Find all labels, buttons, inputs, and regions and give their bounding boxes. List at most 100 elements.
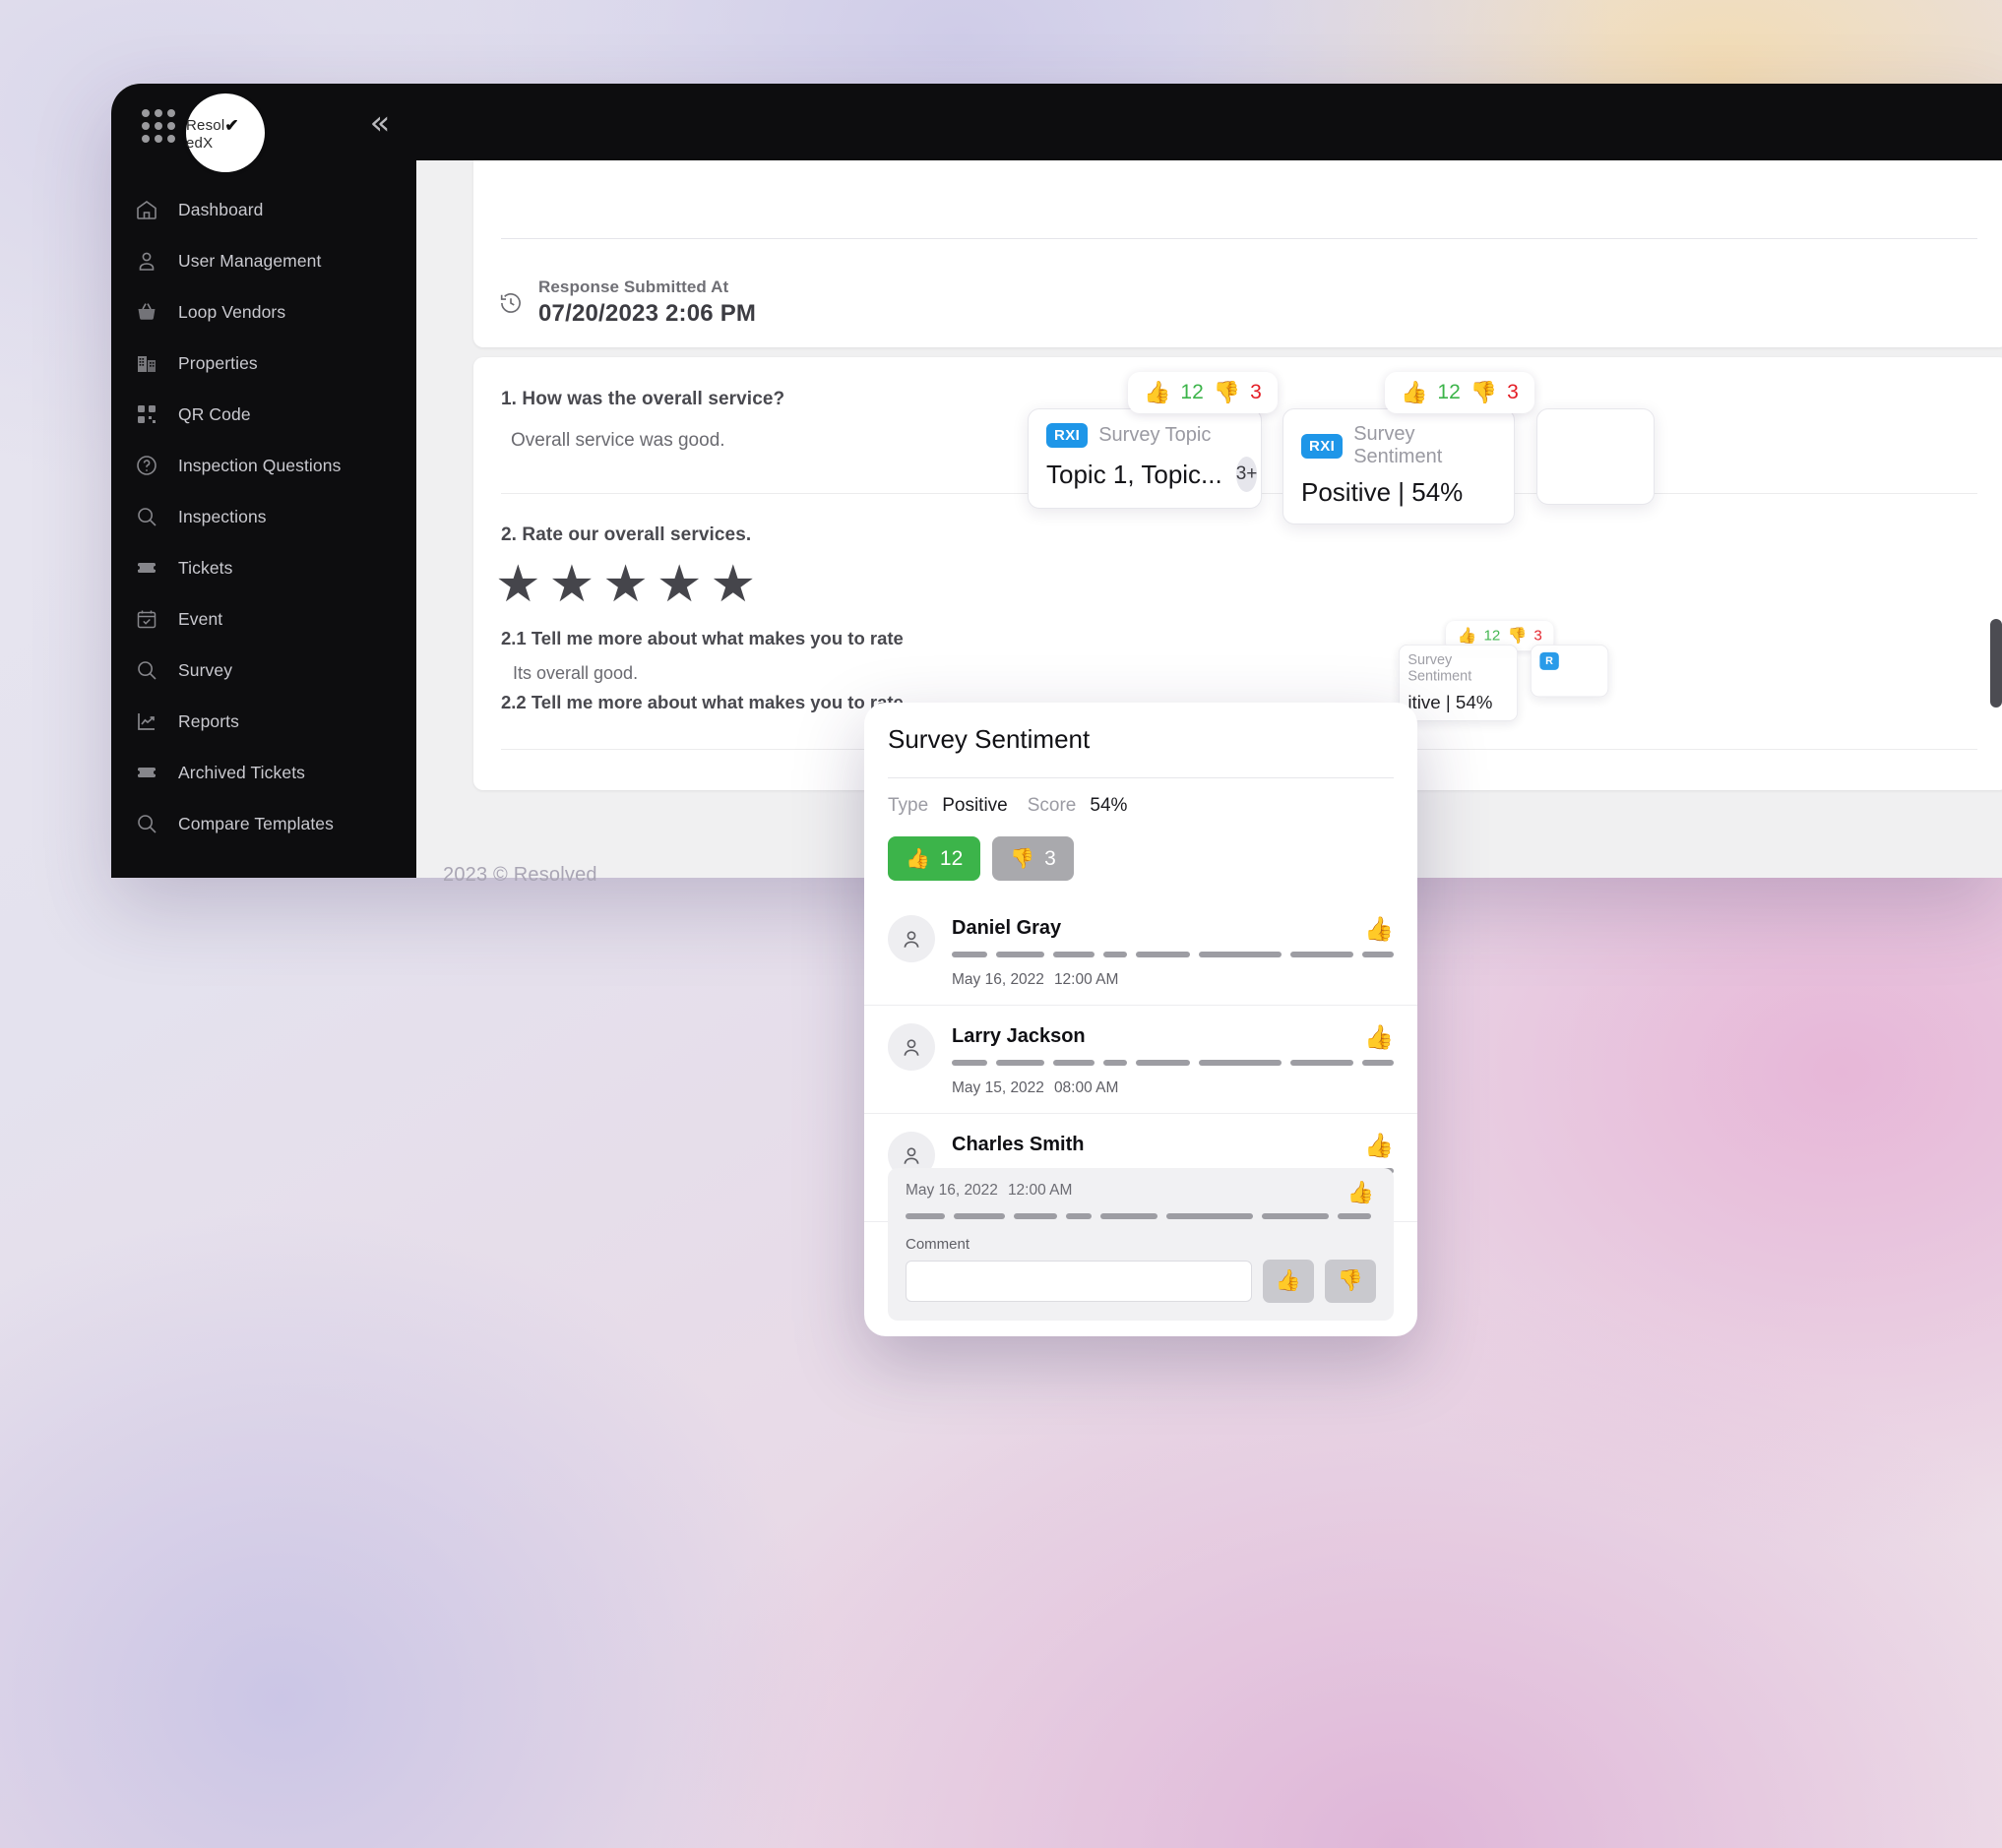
chevron-double-left-icon[interactable]: « [360,104,400,144]
logo-pre: Resol [186,116,225,134]
star-icon[interactable]: ★ [602,559,649,610]
star-icon[interactable]: ★ [495,559,541,610]
survey-sentiment-chip[interactable]: RXI Survey Sentiment Positive | 54% [1283,408,1515,524]
chip-kind-label: Survey Topic [1098,424,1212,446]
comment-timestamp: May 16, 2022 12:00 AM [906,1182,1376,1200]
list-item[interactable]: Larry Jackson May 15, 2022 08:00 AM 👍 [864,1005,1417,1113]
sidebar-item-archived-tickets[interactable]: Archived Tickets [111,747,416,798]
basket-icon [135,298,178,326]
chip-value: Positive | 54% [1301,477,1464,507]
rxi-badge: R [1539,651,1559,670]
star-icon[interactable]: ★ [549,559,595,610]
search-icon [135,656,178,684]
sidebar-item-label: QR Code [178,403,251,424]
sidebar-item-label: Event [178,608,223,629]
clock-history-icon [498,290,524,316]
sidebar-item-label: User Management [178,250,322,271]
sidebar-item-event[interactable]: Event [111,593,416,645]
survey-chip-ghost-2[interactable]: R [1531,645,1609,698]
qr-code-icon [135,400,178,428]
chip-kind-label: Survey Sentiment [1353,423,1443,467]
survey-topic-chip[interactable]: RXI Survey Topic Topic 1, Topic... 3+ [1028,408,1262,509]
sidebar-item-label: Dashboard [178,199,264,219]
sidebar-item-qr-code[interactable]: QR Code [111,389,416,440]
score-value: 54% [1090,795,1128,816]
upvote-count: 12 [939,846,964,870]
thumb-down-icon: 👎 [1507,626,1528,645]
ticket-icon [135,759,178,786]
user-icon [135,247,178,275]
star-icon[interactable]: ★ [711,559,757,610]
sidebar-item-tickets[interactable]: Tickets [111,542,416,593]
chip-value: Topic 1, Topic... [1046,459,1222,489]
modal-vote-buttons: 👍 12 👎 3 [888,836,1074,881]
modal-meta-row: Type Positive Score 54% [888,795,1127,817]
type-value: Positive [942,795,1008,816]
question-title: 1. How was the overall service? [501,389,785,409]
response-submitted-block: Response Submitted At 07/20/2023 2:06 PM [498,277,756,328]
thumb-up-icon[interactable]: 👍 [1364,1132,1394,1160]
sidebar-item-survey[interactable]: Survey [111,645,416,696]
comment-label: Comment [906,1236,970,1253]
downvote-button[interactable]: 👎 3 [992,836,1074,881]
question-circle-icon [135,452,178,479]
sidebar-item-label: Survey [178,659,233,680]
thumb-up-count: 12 [1437,381,1461,403]
sidebar-item-dashboard[interactable]: Dashboard [111,184,416,235]
vote-pill-sentiment[interactable]: 👍 12 👎 3 [1385,372,1534,413]
comment-thumb-up-button[interactable]: 👍 [1263,1260,1314,1303]
thumb-up-icon[interactable]: 👍 [1347,1180,1374,1205]
survey-chip-partial[interactable] [1536,408,1655,505]
sidebar-item-reports[interactable]: Reports [111,696,416,747]
thumb-up-icon: 👍 [1457,626,1477,645]
logo-post: edX [186,134,214,152]
comment-thumb-down-button[interactable]: 👎 [1325,1260,1376,1303]
thumb-up-icon: 👍 [1401,380,1428,404]
rxi-badge: RXI [1301,433,1344,459]
logo-text: Resol✔ edX [186,115,265,152]
person-time: 12:00 AM [1053,971,1119,988]
sidebar-item-label: Archived Tickets [178,762,306,782]
thumb-up-icon[interactable]: 👍 [1364,915,1394,944]
upvote-button[interactable]: 👍 12 [888,836,981,881]
more-count-badge[interactable]: 3+ [1235,457,1258,492]
person-timestamp: May 15, 2022 08:00 AM [952,1079,1394,1097]
vertical-scrollbar[interactable] [1990,619,2002,708]
person-timestamp: May 16, 2022 12:00 AM [952,971,1394,989]
grid-apps-icon[interactable] [142,109,175,143]
top-bar: « [111,84,2002,160]
chart-line-icon [135,708,178,735]
comment-input[interactable] [906,1261,1252,1302]
sidebar-item-loop-vendors[interactable]: Loop Vendors [111,286,416,338]
comment-time: 12:00 AM [1007,1182,1073,1199]
person-time: 08:00 AM [1053,1079,1119,1096]
sidebar-item-properties[interactable]: Properties [111,338,416,389]
chip-value: itive | 54% [1408,691,1493,713]
modal-title: Survey Sentiment [888,724,1091,754]
vote-pill-topic[interactable]: 👍 12 👎 3 [1128,372,1278,413]
thumb-down-icon: 👎 [1010,848,1035,870]
list-item[interactable]: Daniel Gray May 16, 2022 12:00 AM 👍 [864,897,1417,1005]
thumb-down-count: 3 [1250,381,1262,403]
sidebar-item-label: Compare Templates [178,813,334,833]
star-icon[interactable]: ★ [657,559,703,610]
thumb-up-icon[interactable]: 👍 [1364,1023,1394,1052]
sidebar-item-user-management[interactable]: User Management [111,235,416,286]
sidebar-item-inspection-questions[interactable]: Inspection Questions [111,440,416,491]
calendar-check-icon [135,605,178,633]
survey-sentiment-chip-ghost[interactable]: Survey Sentiment itive | 54% [1399,645,1518,721]
question-2: 2. Rate our overall services. [501,524,751,546]
redacted-lines [952,1060,1394,1066]
thumb-up-icon: 👍 [906,848,930,870]
app-logo[interactable]: Resol✔ edX [186,93,265,172]
star-rating[interactable]: ★ ★ ★ ★ ★ [495,559,756,610]
redacted-lines [952,952,1394,957]
sidebar-item-inspections[interactable]: Inspections [111,491,416,542]
sidebar-item-compare-templates[interactable]: Compare Templates [111,798,416,849]
sidebar-item-label: Tickets [178,557,233,578]
comment-card: 👍 May 16, 2022 12:00 AM Comment 👍 👎 [888,1168,1394,1321]
redacted-lines [906,1213,1376,1219]
rxi-badge: RXI [1046,423,1089,448]
question-2-1: 2.1 Tell me more about what makes you to… [501,628,904,684]
avatar [888,915,935,962]
